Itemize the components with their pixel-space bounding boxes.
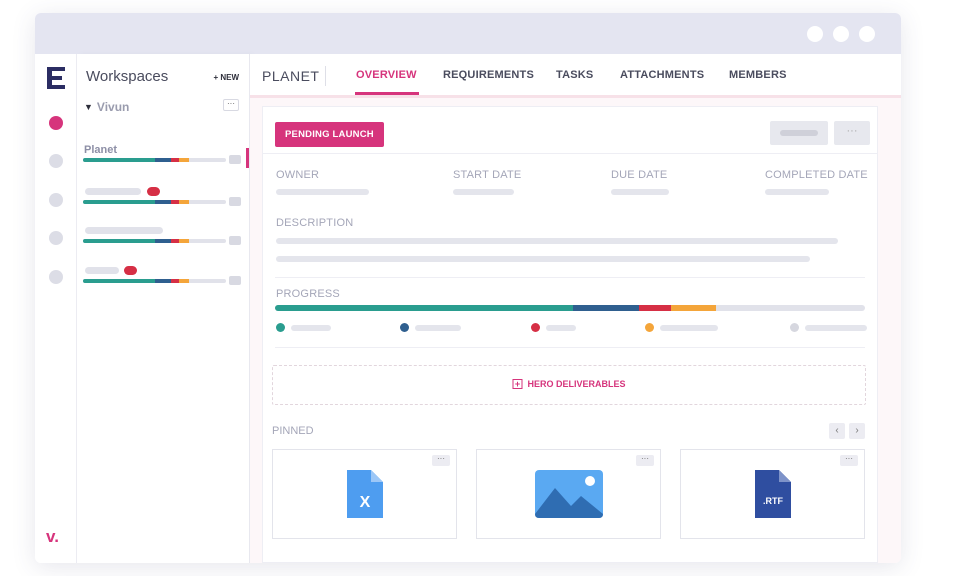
window-controls	[807, 26, 875, 42]
status-badge[interactable]: PENDING LAUNCH	[275, 122, 384, 147]
sidebar-item-progress	[83, 200, 226, 204]
workspace-name: Vivun	[96, 100, 130, 114]
pinned-file-card[interactable]: ··· .RTF	[680, 449, 865, 539]
pinned-file-card[interactable]: ··· X	[272, 449, 457, 539]
tab-overview[interactable]: OVERVIEW	[356, 69, 417, 81]
due-date-label: DUE DATE	[611, 169, 668, 181]
due-date-value	[611, 189, 669, 195]
rail-item-active[interactable]	[49, 116, 63, 130]
owner-label: OWNER	[276, 169, 320, 181]
tab-tasks[interactable]: TASKS	[556, 69, 593, 81]
sidebar-item-planet[interactable]: Planet	[83, 144, 241, 164]
sidebar-item-progress	[83, 239, 226, 243]
sidebar-item-menu[interactable]	[229, 236, 241, 245]
rail-item[interactable]	[49, 154, 63, 168]
excel-file-icon: X	[346, 470, 383, 518]
sidebar-title: Workspaces	[86, 68, 169, 85]
more-options-button[interactable]: ···	[834, 121, 870, 145]
sidebar-item-progress	[83, 158, 226, 162]
vivun-logo-icon: v.	[46, 527, 59, 546]
legend-item	[400, 323, 461, 332]
workspaces-sidebar: Workspaces + NEW ▼ Vivun ··· Planet	[77, 54, 250, 563]
project-title: PLANET	[262, 68, 320, 84]
sidebar-item-label: Planet	[84, 144, 118, 156]
file-type-label: .RTF	[763, 496, 783, 506]
app-window: v. Workspaces + NEW ▼ Vivun ··· Planet P…	[35, 13, 901, 563]
legend-item	[531, 323, 576, 332]
description-line	[276, 238, 838, 244]
pager-next-button[interactable]: ›	[849, 423, 865, 439]
start-date-label: START DATE	[453, 169, 522, 181]
owner-value	[276, 189, 369, 195]
pinned-file-card[interactable]: ···	[476, 449, 661, 539]
rail-item[interactable]	[49, 193, 63, 207]
tab-attachments[interactable]: ATTACHMENTS	[620, 69, 704, 81]
window-control-dot[interactable]	[859, 26, 875, 42]
project-progress-bar	[275, 305, 865, 311]
image-file-icon	[534, 470, 603, 518]
new-workspace-button[interactable]: + NEW	[213, 73, 239, 82]
start-date-value	[453, 189, 514, 195]
completed-date-value	[765, 189, 829, 195]
placeholder-text	[85, 188, 141, 195]
more-options-button[interactable]: ···	[636, 455, 654, 466]
workspace-toggle[interactable]: ▼ Vivun	[84, 100, 129, 114]
alert-badge	[124, 266, 137, 275]
sidebar-item-menu[interactable]	[229, 197, 241, 206]
active-tab-underline	[355, 92, 419, 95]
top-nav: PLANET OVERVIEW REQUIREMENTS TASKS ATTAC…	[250, 54, 901, 98]
title-bar	[35, 13, 901, 54]
selected-indicator	[246, 148, 249, 168]
legend-item	[645, 323, 718, 332]
completed-date-label: COMPLETED DATE	[765, 169, 868, 181]
window-control-dot[interactable]	[833, 26, 849, 42]
pinned-label: PINNED	[272, 425, 314, 437]
hero-deliverables-label: HERO DELIVERABLES	[527, 379, 626, 389]
sidebar-item-progress	[83, 279, 226, 283]
sidebar-item[interactable]	[83, 225, 241, 245]
action-button[interactable]	[770, 121, 828, 145]
app-rail: v.	[35, 54, 77, 563]
divider	[275, 347, 865, 348]
pager-prev-button[interactable]: ‹	[829, 423, 845, 439]
plus-icon: +	[512, 379, 523, 389]
placeholder-text	[85, 267, 119, 274]
rail-item[interactable]	[49, 270, 63, 284]
hero-deliverables-button[interactable]: + HERO DELIVERABLES	[512, 379, 626, 389]
placeholder-text	[85, 227, 163, 234]
alert-badge	[147, 187, 160, 196]
divider	[275, 277, 865, 278]
legend-item	[790, 323, 867, 332]
sidebar-item[interactable]	[83, 265, 241, 285]
caret-down-icon: ▼	[84, 102, 93, 112]
sidebar-item-menu[interactable]	[229, 276, 241, 285]
rail-item[interactable]	[49, 231, 63, 245]
more-options-button[interactable]: ···	[432, 455, 450, 466]
sidebar-item[interactable]	[83, 186, 241, 206]
description-label: DESCRIPTION	[276, 217, 354, 229]
rtf-file-icon: .RTF	[754, 470, 791, 518]
overview-card: PENDING LAUNCH ··· OWNER START DATE DUE …	[262, 106, 878, 563]
more-options-button[interactable]: ···	[840, 455, 858, 466]
divider	[263, 153, 877, 154]
sidebar-item-menu[interactable]	[229, 155, 241, 164]
legend-item	[276, 323, 331, 332]
progress-label: PROGRESS	[276, 288, 340, 300]
window-control-dot[interactable]	[807, 26, 823, 42]
hero-deliverables-dropzone[interactable]: + HERO DELIVERABLES	[272, 365, 866, 405]
nav-divider	[325, 66, 326, 86]
main-panel: PLANET OVERVIEW REQUIREMENTS TASKS ATTAC…	[250, 54, 901, 563]
tab-requirements[interactable]: REQUIREMENTS	[443, 69, 534, 81]
tab-members[interactable]: MEMBERS	[729, 69, 787, 81]
e-logo-icon[interactable]	[47, 67, 65, 89]
description-line	[276, 256, 810, 262]
file-type-label: X	[359, 494, 370, 511]
workspace-more-button[interactable]: ···	[223, 99, 239, 111]
